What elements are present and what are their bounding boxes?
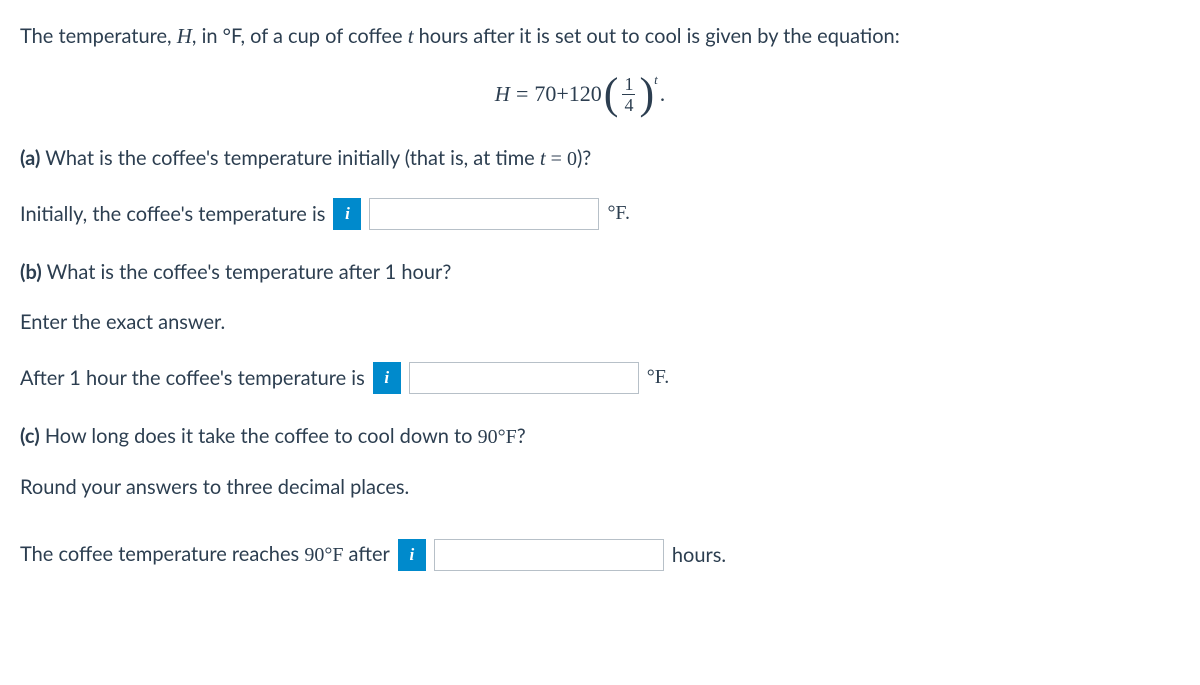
answer-b-input[interactable] — [409, 362, 639, 394]
info-icon[interactable]: i — [398, 539, 426, 571]
answer-a-unit: °F. — [607, 202, 630, 225]
part-b-label: (b) — [20, 260, 42, 284]
fraction: 1 4 — [622, 75, 635, 114]
exponent-t: t — [654, 72, 658, 88]
part-a: (a) What is the coffee's temperature ini… — [20, 144, 1140, 173]
eq-var-H: H — [495, 82, 510, 107]
part-b: (b) What is the coffee's temperature aft… — [20, 258, 1140, 286]
hint-c: Round your answers to three decimal plac… — [20, 475, 1140, 499]
answer-c-input[interactable] — [434, 539, 664, 571]
intro-text: The temperature, — [20, 24, 177, 48]
answer-b-line: After 1 hour the coffee's temperature is… — [20, 362, 1140, 394]
right-paren: ) — [639, 72, 654, 116]
answer-a-text: Initially, the coffee's temperature is — [20, 202, 325, 226]
hint-b: Enter the exact answer. — [20, 310, 1140, 334]
answer-a-line: Initially, the coffee's temperature is i… — [20, 198, 1140, 230]
part-c-label: (c) — [20, 424, 40, 448]
answer-b-text: After 1 hour the coffee's temperature is — [20, 366, 365, 390]
left-paren: ( — [604, 72, 619, 116]
answer-c-text: The coffee temperature reaches 90°F afte… — [20, 542, 390, 567]
problem-intro: The temperature, H, in °F, of a cup of c… — [20, 22, 1140, 51]
answer-b-unit: °F. — [647, 366, 670, 389]
info-icon[interactable]: i — [373, 362, 401, 394]
equation: H = 70 + 120 ( 1 4 ) t . — [20, 69, 1140, 119]
part-a-label: (a) — [20, 146, 40, 170]
var-H: H — [177, 24, 192, 48]
answer-c-unit: hours. — [672, 543, 726, 567]
part-c: (c) How long does it take the coffee to … — [20, 422, 1140, 451]
info-icon[interactable]: i — [333, 198, 361, 230]
answer-a-input[interactable] — [369, 198, 599, 230]
answer-c-line: The coffee temperature reaches 90°F afte… — [20, 539, 1140, 571]
